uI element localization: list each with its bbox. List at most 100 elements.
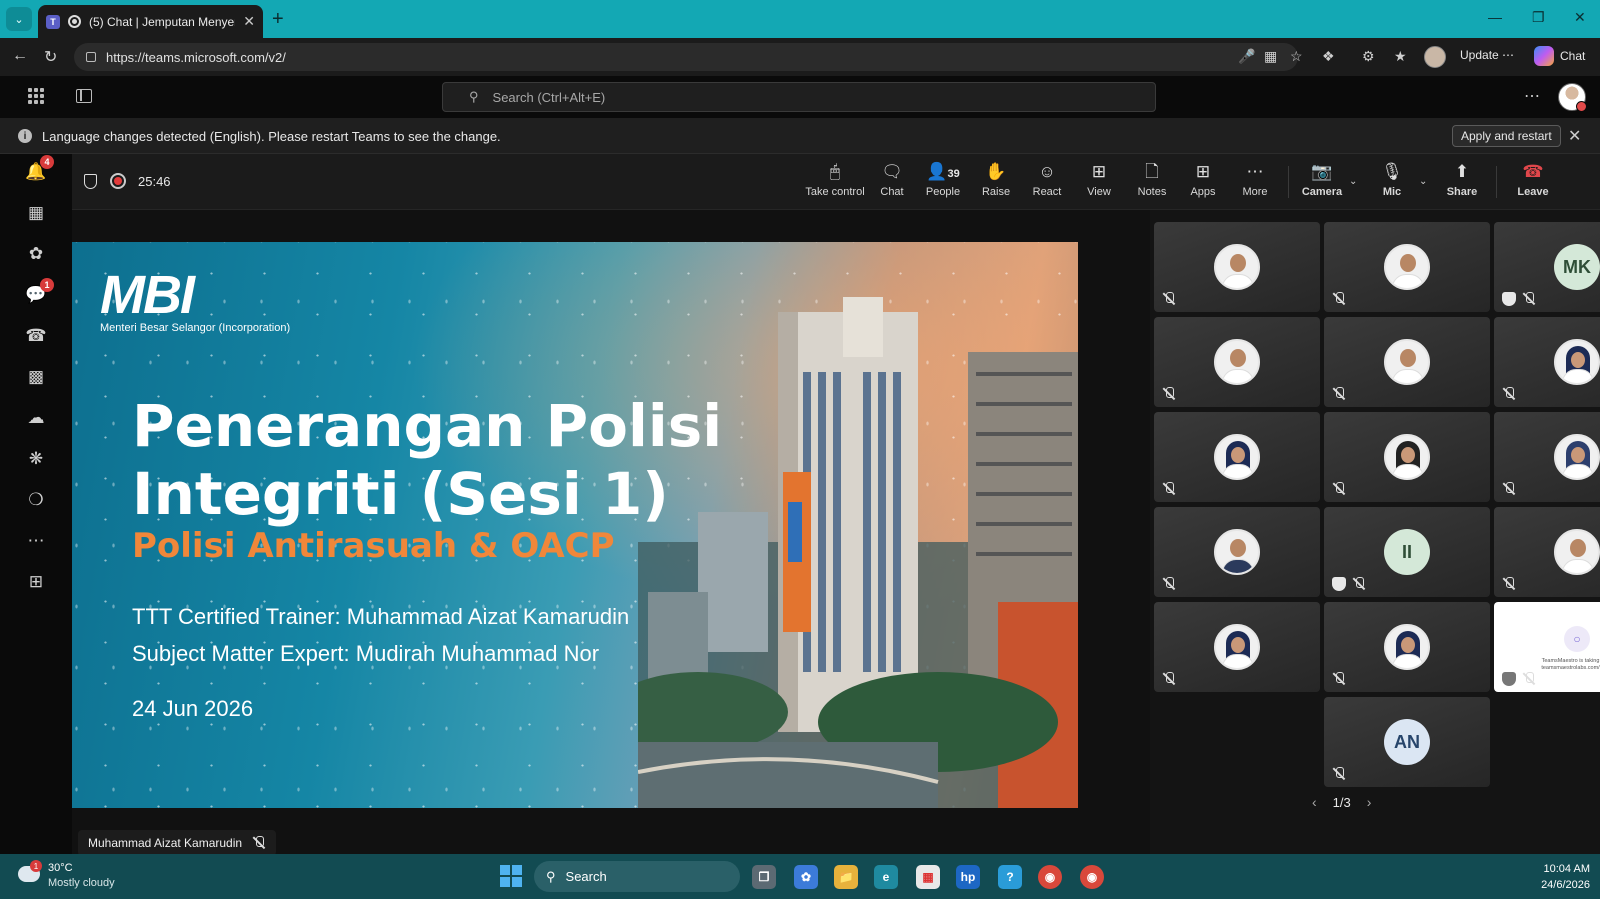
rail-copilot[interactable]: ✿: [24, 242, 48, 266]
rail-more-apps[interactable]: ⋯: [24, 529, 48, 553]
participant-tile[interactable]: AN: [1324, 697, 1490, 787]
rail-calls[interactable]: ☎: [24, 324, 48, 348]
clock-date[interactable]: 24/6/2026: [1532, 879, 1590, 891]
profile-avatar[interactable]: [1424, 46, 1446, 68]
rail-calendar[interactable]: ▦: [24, 201, 48, 225]
weather-temperature[interactable]: 30°C: [48, 862, 73, 874]
app-launcher-icon[interactable]: [28, 88, 44, 104]
task-view-icon[interactable]: ❐: [752, 865, 776, 889]
mic-off-icon: [1162, 292, 1176, 306]
microphone-icon[interactable]: 🎤: [1238, 48, 1255, 65]
meeting-window: 25:46 🖱 Take control 🗨 Chat 👤39 People ✋…: [72, 154, 1600, 856]
close-window-icon[interactable]: ✕: [1574, 9, 1586, 26]
chat-button[interactable]: 🗨 Chat: [865, 162, 919, 204]
rail-chat[interactable]: 💬 1: [24, 278, 54, 307]
rail-insights[interactable]: ▩: [24, 365, 48, 389]
chrome-profile-icon[interactable]: ◉: [1080, 865, 1104, 889]
participant-tile[interactable]: [1324, 412, 1490, 502]
participant-tile[interactable]: [1324, 222, 1490, 312]
favorite-star-icon[interactable]: ☆: [1290, 48, 1303, 65]
participant-tile[interactable]: [1154, 317, 1320, 407]
my-avatar[interactable]: [1558, 83, 1587, 112]
participant-tile[interactable]: [1494, 507, 1600, 597]
camera-options-chevron-icon[interactable]: ⌄: [1349, 176, 1357, 187]
copilot-taskbar-icon[interactable]: ✿: [794, 865, 818, 889]
close-notification-icon[interactable]: ✕: [1568, 126, 1581, 146]
mic-button[interactable]: 🎙 Mic: [1365, 162, 1419, 204]
camera-button[interactable]: 📷 Camera: [1295, 162, 1349, 204]
participant-tile[interactable]: MK: [1494, 222, 1600, 312]
participant-tile[interactable]: II: [1324, 507, 1490, 597]
participant-tile[interactable]: [1154, 222, 1320, 312]
notes-button[interactable]: 🗋 Notes: [1125, 162, 1179, 204]
tab-list-button[interactable]: ⌄: [6, 7, 32, 31]
browser-tab-bar: ⌄ T (5) Chat | Jemputan Menyertai ✕ + — …: [0, 0, 1600, 38]
microsoft-store-icon[interactable]: ▦: [916, 865, 940, 889]
ellipsis-icon: ⋯: [1246, 162, 1264, 181]
toolbar-divider: [1288, 166, 1289, 198]
help-icon[interactable]: ?: [998, 865, 1022, 889]
start-button[interactable]: [500, 865, 522, 887]
rail-add-apps[interactable]: ⊞: [24, 570, 48, 594]
file-explorer-icon[interactable]: 📁: [834, 865, 858, 889]
close-tab-icon[interactable]: ✕: [243, 13, 255, 30]
refresh-icon[interactable]: ↻: [44, 47, 57, 67]
update-button[interactable]: Update ⋯: [1460, 48, 1514, 62]
hp-icon[interactable]: hp: [956, 865, 980, 889]
rail-onedrive[interactable]: ☁: [24, 406, 48, 430]
teams-search-input[interactable]: ⚲ Search (Ctrl+Alt+E): [442, 82, 1156, 112]
rail-app-a[interactable]: ❋: [24, 447, 48, 471]
slide-expert-line: Subject Matter Expert: Mudirah Muhammad …: [132, 641, 600, 666]
mic-off-icon: [1162, 482, 1176, 496]
extensions-icon[interactable]: ❖: [1322, 48, 1335, 65]
participant-tile[interactable]: [1154, 507, 1320, 597]
take-control-button[interactable]: 🖱 Take control: [805, 162, 864, 204]
url-field[interactable]: https://teams.microsoft.com/v2/: [74, 43, 1298, 71]
more-button[interactable]: ⋯ More: [1228, 162, 1282, 204]
raise-label: Raise: [981, 186, 1011, 198]
site-info-icon[interactable]: [86, 52, 96, 62]
app-icon: ❋: [28, 449, 44, 468]
mic-options-chevron-icon[interactable]: ⌄: [1419, 176, 1427, 187]
panel-toggle-icon[interactable]: [76, 89, 92, 103]
share-button[interactable]: ⬆ Share: [1435, 162, 1489, 204]
participant-tile[interactable]: [1494, 412, 1600, 502]
shield-icon[interactable]: [84, 174, 97, 189]
taskbar-search[interactable]: ⚲ Search: [534, 861, 740, 892]
browser-essentials-icon[interactable]: ⚙: [1362, 48, 1375, 65]
weather-description[interactable]: Mostly cloudy: [48, 877, 115, 889]
raise-hand-button[interactable]: ✋ Raise: [969, 162, 1023, 204]
apps-button[interactable]: ⊞ Apps: [1176, 162, 1230, 204]
participant-tile[interactable]: [1494, 317, 1600, 407]
weather-badge: 1: [30, 860, 42, 872]
view-label: View: [1087, 186, 1111, 198]
mic-off-icon: [1332, 767, 1346, 781]
chevron-right-icon[interactable]: ›: [1367, 794, 1372, 810]
leave-button[interactable]: ☎ Leave: [1506, 162, 1560, 204]
participant-tile[interactable]: [1154, 602, 1320, 692]
notification-text: Language changes detected (English). Ple…: [42, 129, 501, 144]
chevron-left-icon[interactable]: ‹: [1312, 794, 1317, 810]
favorites-icon[interactable]: ★: [1394, 48, 1407, 65]
minimize-icon[interactable]: —: [1488, 9, 1502, 25]
restore-icon[interactable]: ❐: [1532, 9, 1545, 26]
rail-app-b[interactable]: ❍: [24, 488, 48, 512]
clock-time[interactable]: 10:04 AM: [1532, 863, 1590, 875]
back-icon[interactable]: ←: [12, 47, 28, 65]
view-button[interactable]: ⊞ View: [1072, 162, 1126, 204]
app-install-icon[interactable]: ▦: [1264, 48, 1277, 65]
participant-tile[interactable]: [1324, 317, 1490, 407]
react-button[interactable]: ☺ React: [1020, 162, 1074, 204]
participant-tile[interactable]: [1324, 602, 1490, 692]
people-button[interactable]: 👤39 People: [916, 162, 970, 204]
notetaker-bot-tile[interactable]: ○ TeamsMaestro is taking notes teamsmaes…: [1494, 602, 1600, 692]
more-options-icon[interactable]: ⋯: [1524, 86, 1540, 106]
new-tab-icon[interactable]: +: [272, 8, 284, 31]
copilot-chat-button[interactable]: Chat: [1534, 46, 1585, 66]
edge-browser-icon[interactable]: e: [874, 865, 898, 889]
browser-tab-active[interactable]: T (5) Chat | Jemputan Menyertai ✕: [38, 5, 263, 38]
rail-activity[interactable]: 🔔 4: [24, 155, 54, 184]
participant-tile[interactable]: [1154, 412, 1320, 502]
apply-restart-button[interactable]: Apply and restart: [1452, 125, 1561, 147]
chrome-icon[interactable]: ◉: [1038, 865, 1062, 889]
